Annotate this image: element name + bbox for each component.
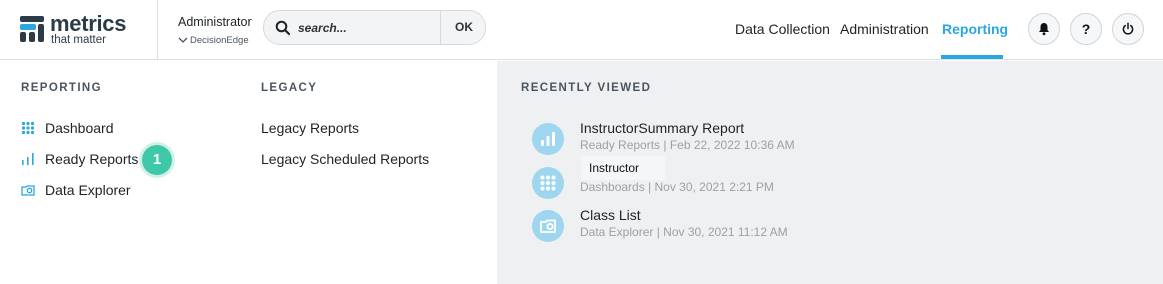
menu-item-data-explorer[interactable]: Data Explorer	[21, 180, 221, 200]
bar-chart-icon	[22, 153, 34, 165]
menu-item-dashboard[interactable]: Dashboard	[21, 118, 221, 138]
grid-icon	[540, 175, 556, 191]
recent-item-meta: Data Explorer | Nov 30, 2021 11:12 AM	[580, 225, 788, 239]
search-box: OK	[263, 10, 486, 45]
recent-item-icon-bg	[532, 167, 564, 199]
reporting-section-title: REPORTING	[21, 82, 102, 94]
top-bar: metrics that matter Administrator Decisi…	[0, 0, 1163, 60]
recent-item[interactable]: Class List Data Explorer | Nov 30, 2021 …	[532, 206, 932, 246]
menu-label-dashboard: Dashboard	[45, 120, 114, 136]
recently-viewed-panel: RECENTLY VIEWED InstructorSummary Report…	[497, 61, 1163, 284]
recent-item[interactable]: InstructorSummary Report Ready Reports |…	[532, 119, 932, 159]
nav-data-collection[interactable]: Data Collection	[735, 0, 830, 60]
recent-item-meta: Dashboards | Nov 30, 2021 2:21 PM	[580, 180, 774, 194]
legacy-section-title: LEGACY	[261, 82, 318, 94]
chevron-down-icon	[178, 38, 188, 44]
help-button[interactable]: ?	[1070, 13, 1102, 45]
bar-chart-icon	[541, 132, 555, 146]
recent-item-title-tooltip: Instructor	[581, 156, 665, 180]
recent-item-title: InstructorSummary Report	[580, 120, 745, 136]
recent-item-title: Class List	[580, 207, 641, 223]
brand-name: metrics	[50, 11, 127, 36]
logout-button[interactable]	[1112, 13, 1144, 45]
header-divider	[157, 0, 158, 60]
menu-item-legacy-reports[interactable]: Legacy Reports	[261, 118, 359, 138]
brand-logo[interactable]: metrics that matter	[20, 12, 140, 48]
search-icon	[275, 20, 291, 36]
recent-item-meta: Ready Reports | Feb 22, 2022 10:36 AM	[580, 138, 795, 152]
step-badge: 1	[142, 145, 172, 175]
search-input[interactable]	[298, 18, 438, 38]
nav-reporting[interactable]: Reporting	[942, 0, 1008, 60]
user-switcher[interactable]: Administrator DecisionEdge	[178, 15, 252, 46]
menu-item-legacy-scheduled-reports[interactable]: Legacy Scheduled Reports	[261, 149, 429, 169]
power-icon	[1122, 22, 1134, 35]
menu-item-ready-reports[interactable]: Ready Reports	[21, 149, 141, 169]
bell-icon	[1039, 23, 1049, 36]
metrics-logo-icon	[20, 16, 44, 42]
active-nav-indicator	[941, 55, 1003, 59]
brand-tagline: that matter	[51, 34, 106, 46]
explorer-icon	[540, 219, 556, 233]
menu-label-ready-reports: Ready Reports	[45, 151, 139, 167]
grid-icon	[21, 121, 35, 135]
search-ok-button[interactable]: OK	[440, 11, 485, 44]
menu-label-data-explorer: Data Explorer	[45, 182, 131, 198]
user-org-label: DecisionEdge	[190, 35, 249, 46]
user-org[interactable]: DecisionEdge	[178, 35, 249, 47]
nav-administration[interactable]: Administration	[840, 0, 929, 60]
explorer-icon	[21, 185, 35, 196]
user-name: Administrator	[178, 15, 252, 29]
recent-section-title: RECENTLY VIEWED	[521, 82, 652, 94]
notifications-button[interactable]	[1028, 13, 1060, 45]
recent-item-icon-bg	[532, 123, 564, 155]
recent-item-icon-bg	[532, 210, 564, 242]
